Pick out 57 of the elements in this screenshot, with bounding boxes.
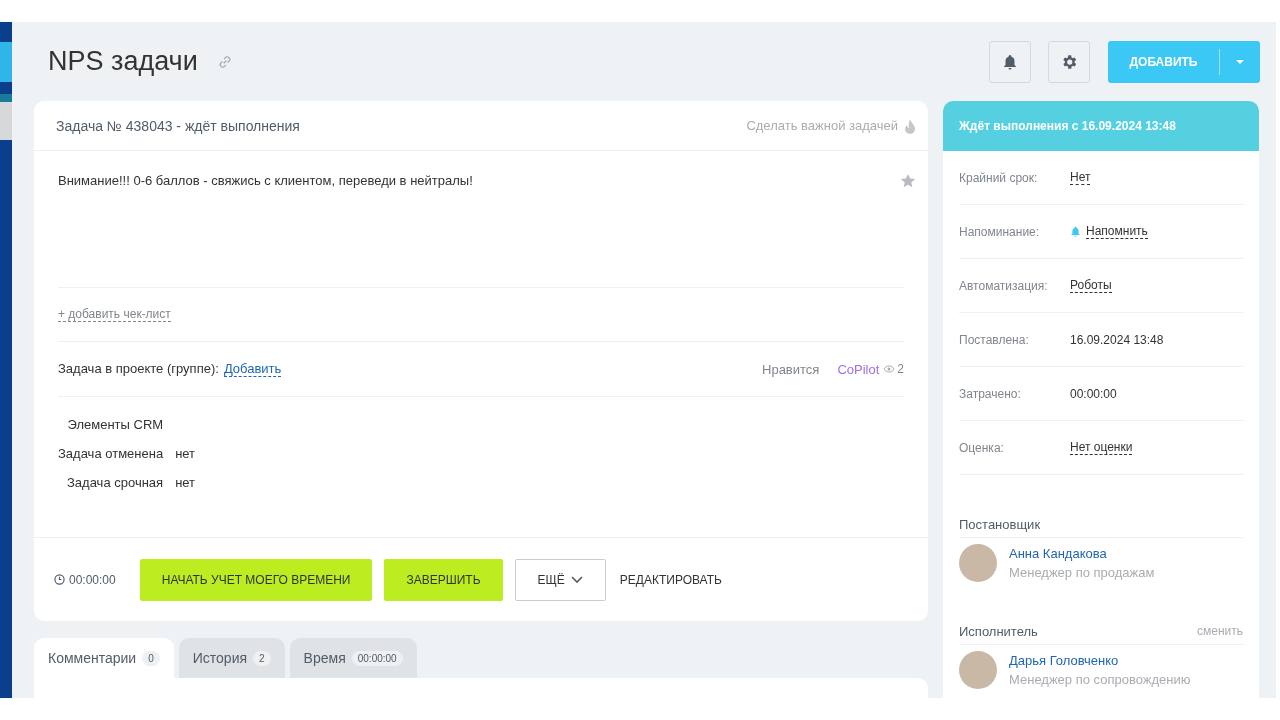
action-button[interactable]: ЗАВЕРШИТЬ [384,558,503,601]
add-project-link[interactable]: Добавить [223,361,282,377]
field-label: Элементы CRM [66,417,164,432]
tab[interactable]: Время 00:00:00 [289,638,417,678]
views-count: 2 [897,362,904,376]
caret-icon [1236,59,1244,64]
eye-icon [883,365,896,373]
field-value: нет [175,475,197,490]
action-button[interactable]: НАЧАТЬ УЧЕТ МОЕГО ВРЕМЕНИ [139,558,373,601]
avatar[interactable] [959,651,997,689]
info-link[interactable]: Напомнить [1086,224,1148,239]
info-link[interactable]: Роботы [1070,278,1112,293]
person-position: Менеджер по продажам [1009,565,1155,580]
status-header: Ждёт выполнения с 16.09.2024 13:48 [943,101,1259,151]
tab-count: 0 [142,650,160,666]
person-name[interactable]: Дарья Головченко [1009,653,1191,668]
person-position: Менеджер по сопровождению [1009,672,1191,687]
page-title: NPS задачи [48,46,198,77]
notification-button[interactable] [989,40,1031,83]
chevron-icon [570,575,583,584]
like-link[interactable]: Нравится [762,361,820,377]
tab-count: 2 [253,650,271,666]
tab[interactable]: Комментарии 0 [34,638,174,678]
tab-count: 00:00:00 [351,650,403,666]
info-value: 16.09.2024 13:48 [1070,332,1164,347]
task-description: Внимание!!! 0-6 баллов - свяжись с клиентом, переведи в нейтралы! [58,173,473,188]
field-label: Задача отменена [58,446,164,461]
add-checklist-link[interactable]: + добавить чек-лист [58,307,171,322]
info-label: Оценка: [959,440,1005,455]
field-value: нет [175,446,197,461]
timer-value: 00:00:00 [69,572,116,587]
info-link[interactable]: Нет оценки [1070,440,1133,455]
field-label: Задача срочная [66,475,164,490]
more-button[interactable]: ЕЩЁ [514,558,606,601]
info-label: Автоматизация: [959,278,1049,293]
role-label: Постановщик [959,516,1041,532]
flame-icon[interactable] [904,117,916,134]
info-value: 00:00:00 [1070,386,1117,401]
info-label: Напоминание: [959,224,1041,239]
person-name[interactable]: Анна Кандакова [1009,546,1155,561]
avatar[interactable] [959,544,997,582]
star-icon[interactable] [900,173,916,189]
tab[interactable]: История 2 [178,638,285,678]
clock-icon [54,574,65,585]
bell-icon [1002,53,1018,70]
link-icon[interactable] [217,54,232,69]
task-header: Задача № 438043 - ждёт выполнения [56,117,300,134]
info-label: Крайний срок: [959,170,1039,185]
settings-button[interactable] [1048,40,1090,83]
role-label: Исполнитель [959,623,1038,639]
copilot-link[interactable]: CoPilot [837,361,880,377]
edit-button[interactable]: РЕДАКТИРОВАТЬ [617,558,724,601]
info-label: Поставлена: [959,332,1030,347]
info-link[interactable]: Нет [1070,170,1091,185]
info-label: Затрачено: [959,386,1022,401]
bell-icon [1070,226,1081,237]
project-label: Задача в проекте (группе): [58,361,219,377]
